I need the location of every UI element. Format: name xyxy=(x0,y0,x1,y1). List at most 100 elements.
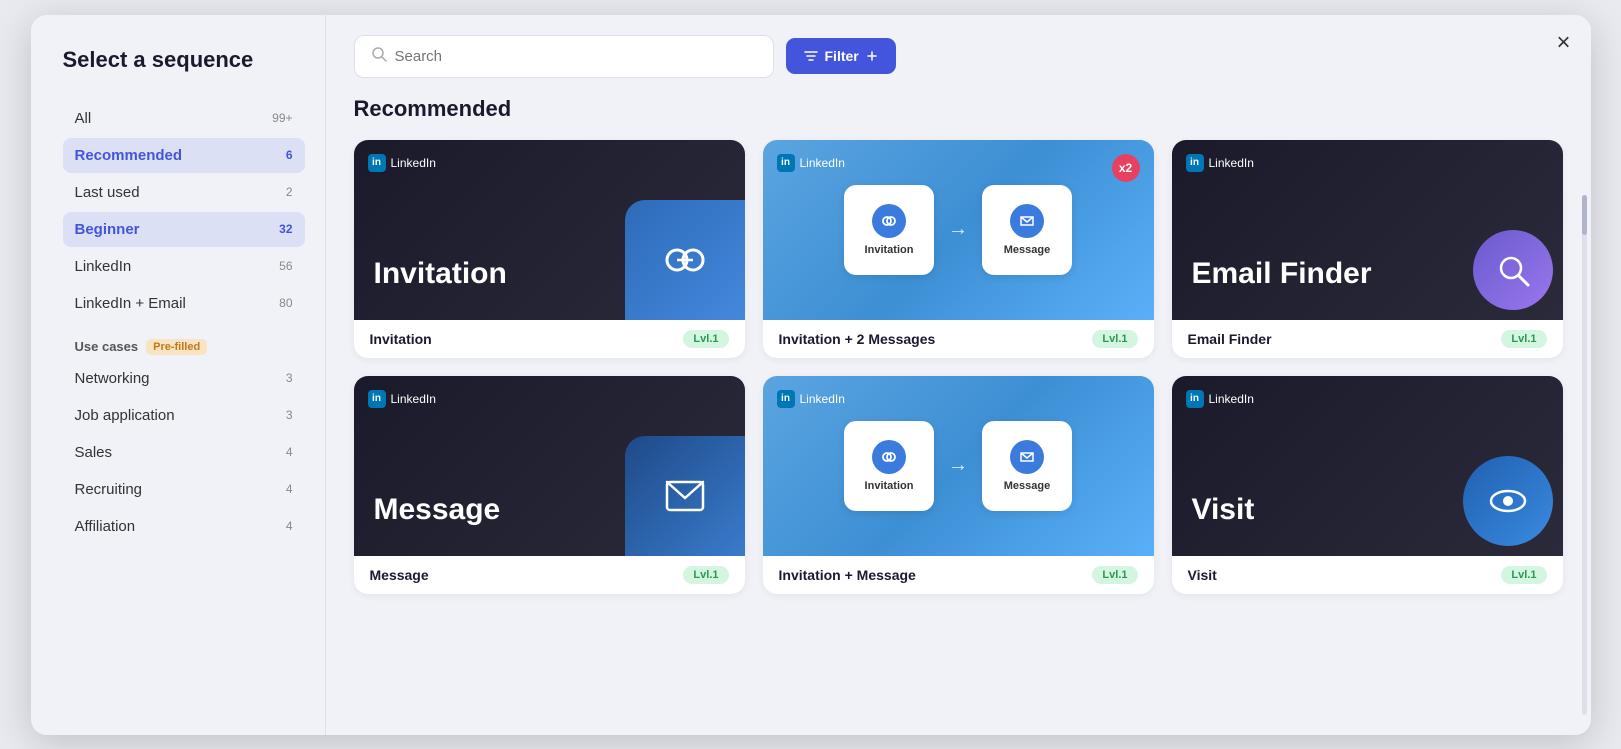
sidebar-item-label: Sales xyxy=(75,444,113,461)
step-invitation: Invitation xyxy=(844,185,934,275)
sidebar-item-all[interactable]: All 99+ xyxy=(63,101,305,136)
sidebar-item-badge: 99+ xyxy=(272,111,292,125)
card-icon xyxy=(625,436,745,556)
filter-label: Filter xyxy=(825,48,859,64)
linkedin-label: in LinkedIn xyxy=(777,154,845,172)
pre-filled-badge: Pre-filled xyxy=(146,339,207,355)
card-footer: Email Finder Lvl.1 xyxy=(1172,320,1563,358)
sidebar-item-label: Job application xyxy=(75,407,175,424)
card-preview-invitation-message: in LinkedIn Invitation xyxy=(763,376,1154,556)
close-button[interactable]: × xyxy=(1556,31,1570,55)
sidebar-item-beginner[interactable]: Beginner 32 xyxy=(63,212,305,247)
sidebar-item-badge: 3 xyxy=(286,371,293,385)
step-arrow: → xyxy=(948,218,968,241)
sidebar-item-label: Recommended xyxy=(75,147,183,164)
step-label: Message xyxy=(1004,244,1050,256)
linkedin-text: LinkedIn xyxy=(1209,156,1254,170)
card-name: Invitation + 2 Messages xyxy=(779,331,936,347)
linkedin-text: LinkedIn xyxy=(800,392,845,406)
visit-icon xyxy=(1463,456,1553,546)
sidebar-item-sales[interactable]: Sales 4 xyxy=(63,435,305,470)
use-cases-label: Use cases xyxy=(75,339,139,354)
invitation-step-icon xyxy=(872,440,906,474)
step-message: Message xyxy=(982,185,1072,275)
sidebar-item-recommended[interactable]: Recommended 6 xyxy=(63,138,305,173)
card-name: Message xyxy=(370,567,429,583)
card-name: Visit xyxy=(1188,567,1217,583)
select-sequence-modal: Select a sequence All 99+ Recommended 6 … xyxy=(31,15,1591,735)
level-badge: Lvl.1 xyxy=(683,566,728,584)
linkedin-label: in LinkedIn xyxy=(1186,390,1254,408)
filter-icon xyxy=(804,49,818,63)
plus-icon xyxy=(866,50,878,62)
sidebar-item-recruiting[interactable]: Recruiting 4 xyxy=(63,472,305,507)
step-arrow: → xyxy=(948,454,968,477)
card-preview-invitation-2: in LinkedIn x2 Invitation xyxy=(763,140,1154,320)
linkedin-label: in LinkedIn xyxy=(368,390,436,408)
scrollbar-track xyxy=(1582,195,1587,715)
step-label: Invitation xyxy=(865,244,914,256)
level-badge: Lvl.1 xyxy=(1092,330,1137,348)
scrollbar-thumb xyxy=(1582,195,1587,235)
card-preview-invitation: in LinkedIn Invitation xyxy=(354,140,745,320)
card-invitation-message[interactable]: in LinkedIn Invitation xyxy=(763,376,1154,594)
sidebar-item-networking[interactable]: Networking 3 xyxy=(63,361,305,396)
section-heading: Recommended xyxy=(354,96,1563,122)
sidebar-item-label: Beginner xyxy=(75,221,140,238)
card-title: Visit xyxy=(1192,493,1255,526)
level-badge: Lvl.1 xyxy=(1501,330,1546,348)
filter-button[interactable]: Filter xyxy=(786,38,896,74)
sidebar-item-last-used[interactable]: Last used 2 xyxy=(63,175,305,210)
card-visit[interactable]: in LinkedIn Visit Visit Lvl.1 xyxy=(1172,376,1563,594)
card-message[interactable]: in LinkedIn Message Message Lvl.1 xyxy=(354,376,745,594)
use-cases-section: Use cases Pre-filled xyxy=(75,339,305,355)
sidebar-item-badge: 4 xyxy=(286,519,293,533)
cards-grid: in LinkedIn Invitation Invitation Lv xyxy=(354,140,1563,594)
sidebar-item-label: Last used xyxy=(75,184,140,201)
sidebar-item-job-application[interactable]: Job application 3 xyxy=(63,398,305,433)
search-box[interactable] xyxy=(354,35,774,78)
sidebar-item-linkedin[interactable]: LinkedIn 56 xyxy=(63,249,305,284)
card-icon xyxy=(625,200,745,320)
sidebar-item-label: LinkedIn + Email xyxy=(75,295,186,312)
linkedin-text: LinkedIn xyxy=(391,392,436,406)
sidebar-item-label: LinkedIn xyxy=(75,258,132,275)
card-footer: Message Lvl.1 xyxy=(354,556,745,594)
card-preview-visit: in LinkedIn Visit xyxy=(1172,376,1563,556)
step-message: Message xyxy=(982,421,1072,511)
card-name: Invitation + Message xyxy=(779,567,916,583)
sidebar-item-badge: 4 xyxy=(286,482,293,496)
sidebar-item-badge: 80 xyxy=(279,296,292,310)
card-title: Email Finder xyxy=(1192,257,1372,290)
linkedin-text: LinkedIn xyxy=(391,156,436,170)
sidebar-item-badge: 4 xyxy=(286,445,293,459)
invitation-step-icon xyxy=(872,204,906,238)
card-title: Invitation xyxy=(374,257,507,290)
sidebar-item-affiliation[interactable]: Affiliation 4 xyxy=(63,509,305,544)
sidebar-item-badge: 56 xyxy=(279,259,292,273)
sidebar-item-badge: 32 xyxy=(279,222,292,236)
message-step-icon xyxy=(1010,204,1044,238)
card-preview-email-finder: in LinkedIn Email Finder xyxy=(1172,140,1563,320)
search-input[interactable] xyxy=(395,48,757,65)
two-step-container: Invitation → Message xyxy=(844,185,1072,275)
linkedin-label: in LinkedIn xyxy=(368,154,436,172)
step-label: Message xyxy=(1004,480,1050,492)
sidebar-item-badge: 2 xyxy=(286,185,293,199)
linkedin-label: in LinkedIn xyxy=(777,390,845,408)
card-footer: Visit Lvl.1 xyxy=(1172,556,1563,594)
sidebar-item-linkedin-email[interactable]: LinkedIn + Email 80 xyxy=(63,286,305,321)
card-name: Email Finder xyxy=(1188,331,1272,347)
card-name: Invitation xyxy=(370,331,432,347)
level-badge: Lvl.1 xyxy=(683,330,728,348)
card-footer: Invitation + 2 Messages Lvl.1 xyxy=(763,320,1154,358)
card-preview-message: in LinkedIn Message xyxy=(354,376,745,556)
main-content: Filter Recommended in LinkedIn Invitatio… xyxy=(326,15,1591,735)
two-step-container: Invitation → Message xyxy=(844,421,1072,511)
sidebar-item-badge: 6 xyxy=(286,148,293,162)
linkedin-icon: in xyxy=(368,154,386,172)
linkedin-icon: in xyxy=(368,390,386,408)
card-invitation[interactable]: in LinkedIn Invitation Invitation Lv xyxy=(354,140,745,358)
card-invitation-2-messages[interactable]: in LinkedIn x2 Invitation xyxy=(763,140,1154,358)
card-email-finder[interactable]: in LinkedIn Email Finder Em xyxy=(1172,140,1563,358)
